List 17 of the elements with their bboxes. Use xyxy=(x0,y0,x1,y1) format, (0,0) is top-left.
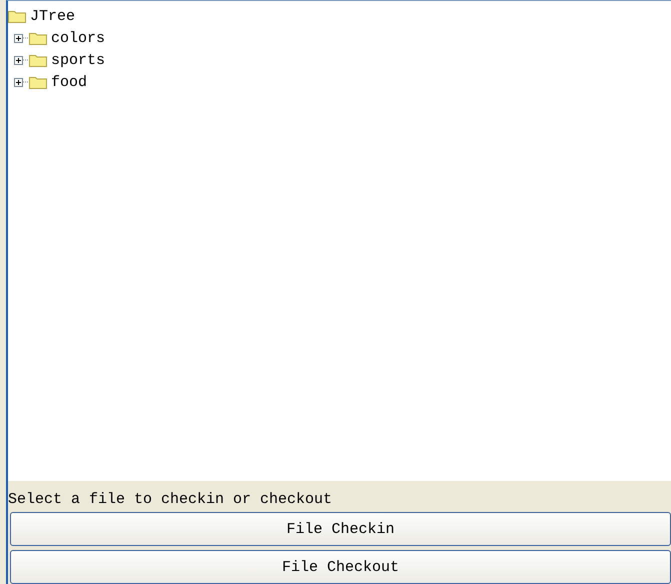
folder-icon xyxy=(29,75,47,89)
status-label: Select a file to checkin or checkout xyxy=(8,491,334,508)
file-button[interactable]: File Checkout xyxy=(10,550,671,584)
tree-node-label[interactable]: JTree xyxy=(30,8,76,24)
tree-node-label[interactable]: food xyxy=(51,74,88,90)
folder-icon xyxy=(8,9,26,23)
folder-icon xyxy=(29,53,47,67)
plus-icon[interactable] xyxy=(14,78,23,86)
file-button[interactable]: File Checkin xyxy=(10,512,671,546)
connector-line xyxy=(23,81,29,83)
connector-line xyxy=(23,59,29,61)
tree-node-label[interactable]: sports xyxy=(51,52,106,68)
plus-icon[interactable] xyxy=(14,34,23,42)
plus-icon[interactable] xyxy=(14,56,23,64)
folder-icon xyxy=(29,31,47,45)
connector-line xyxy=(23,37,29,39)
tree-node-label[interactable]: colors xyxy=(51,30,106,46)
